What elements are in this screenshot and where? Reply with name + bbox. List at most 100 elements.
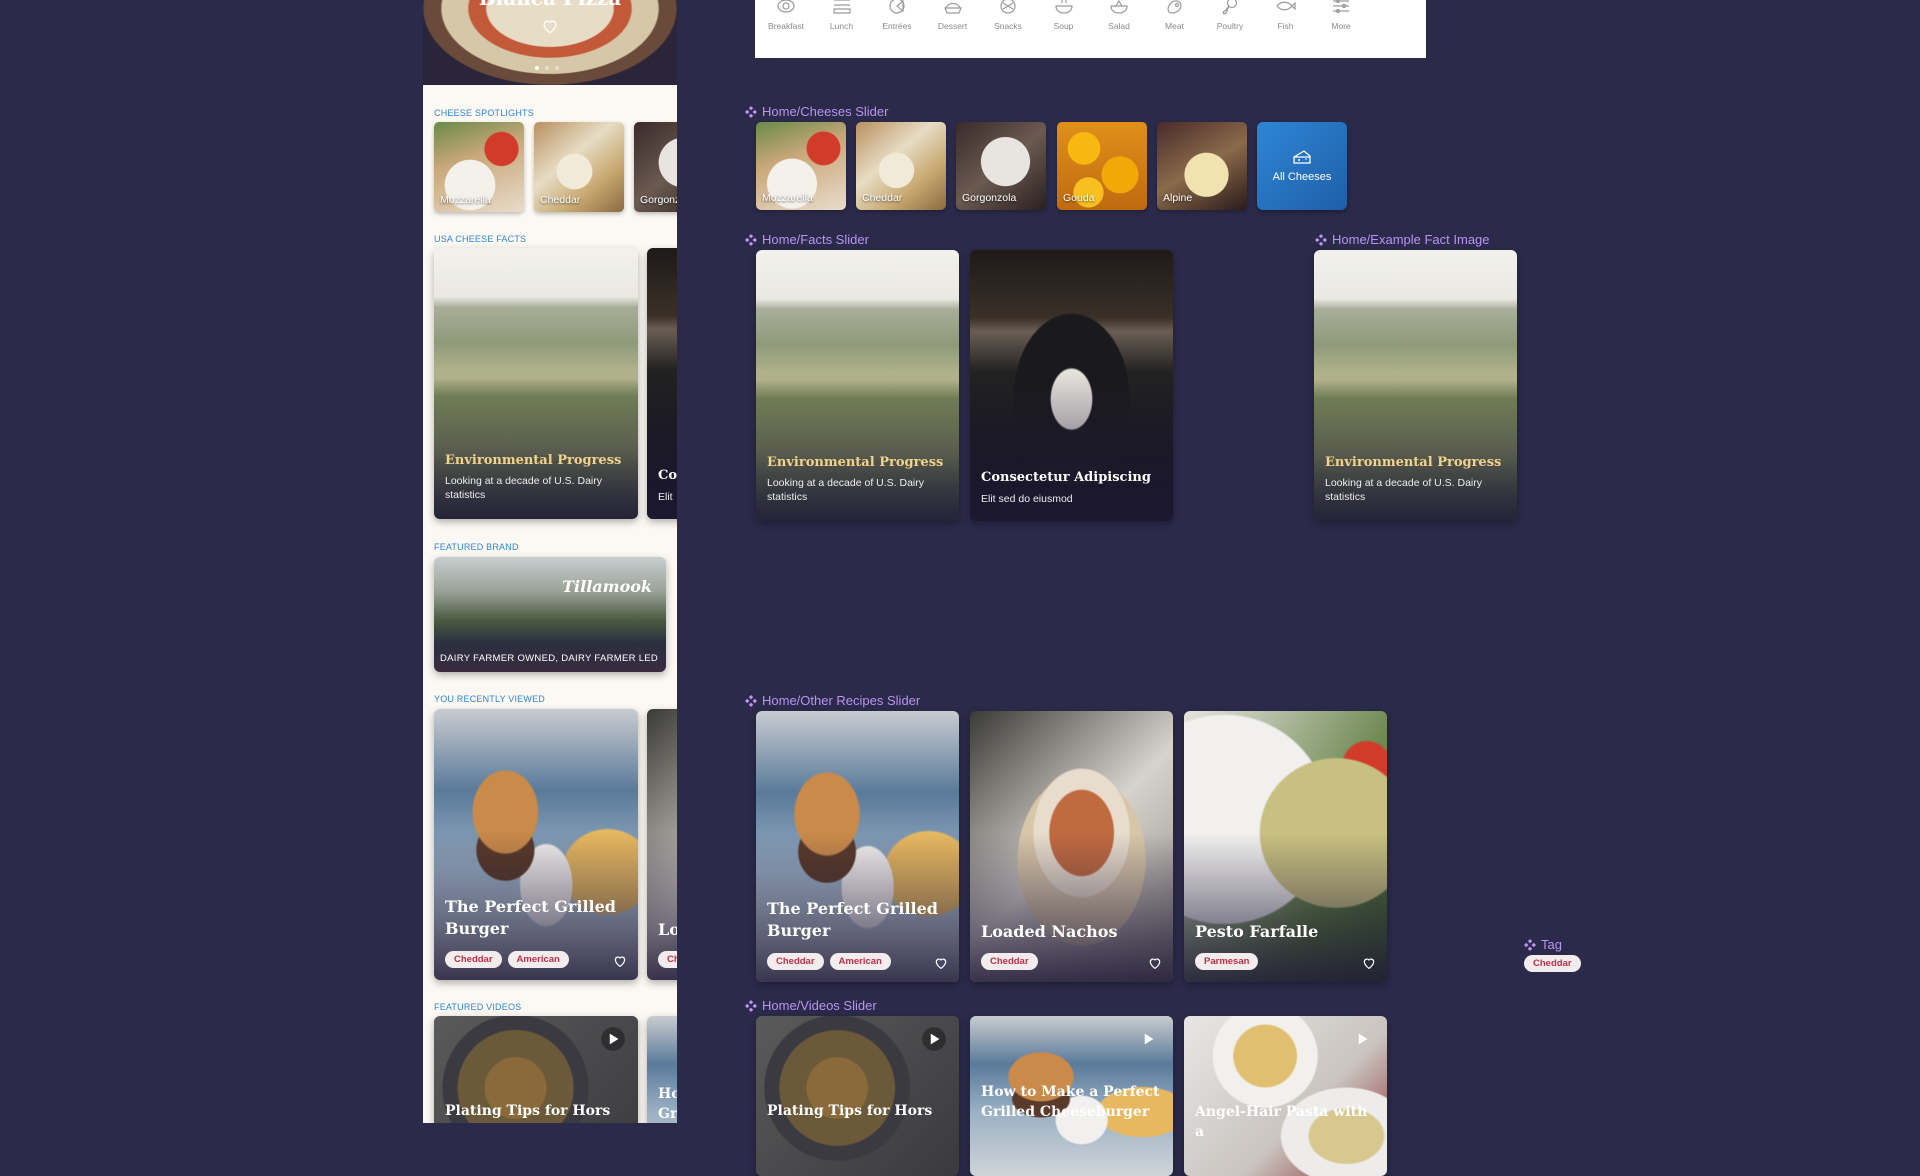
video-card[interactable]: Plating Tips for Hors	[434, 1016, 638, 1123]
fact-card[interactable]: Environmental Progress Looking at a deca…	[756, 250, 959, 521]
cheese-thumb-cheddar[interactable]: Cheddar	[534, 122, 624, 212]
play-icon[interactable]	[921, 1026, 947, 1052]
fact-card[interactable]: Co Elit	[647, 248, 677, 519]
video-card[interactable]: Plating Tips for Hors	[756, 1016, 959, 1176]
heart-icon[interactable]	[612, 953, 628, 969]
frame-label-facts-slider[interactable]: Home/Facts Slider	[745, 232, 869, 247]
category-dessert[interactable]: Dessert	[928, 0, 978, 31]
category-snacks[interactable]: Snacks	[983, 0, 1033, 31]
tag-list: Cheddar American	[767, 953, 891, 970]
section-label-featured-brand: FEATURED BRAND	[434, 542, 519, 552]
meat-icon	[1167, 0, 1181, 14]
tag[interactable]: Parmesan	[1195, 953, 1259, 970]
cheese-thumb-gouda[interactable]: Gouda	[1057, 122, 1147, 210]
hero-title: Bianca Pizza	[423, 0, 677, 10]
video-title: Plating Tips for Hors	[767, 1103, 933, 1119]
heart-icon[interactable]	[540, 16, 560, 36]
recipe-card[interactable]: The Perfect Grilled Burger Cheddar Ameri…	[756, 711, 959, 982]
carousel-dot[interactable]	[555, 66, 559, 70]
cheese-label: Mozzarella	[440, 194, 491, 206]
section-label-usa-cheese-facts: USA CHEESE FACTS	[434, 234, 527, 244]
video-card[interactable]: Ho Gr	[647, 1016, 677, 1123]
category-label: Dessert	[937, 21, 968, 31]
frame-label-example-fact-image[interactable]: Home/Example Fact Image	[1315, 232, 1490, 247]
category-meat[interactable]: Meat	[1150, 0, 1200, 31]
heart-icon[interactable]	[933, 955, 949, 971]
video-card[interactable]: Angel-Hair Pasta with a	[1184, 1016, 1387, 1176]
more-icon	[1333, 0, 1349, 14]
category-label: Snacks	[994, 21, 1022, 31]
category-poultry[interactable]: Poultry	[1205, 0, 1255, 31]
hero-carousel[interactable]: Bianca Pizza	[423, 0, 677, 85]
category-lunch[interactable]: Lunch	[817, 0, 867, 31]
tag-list: Cheddar	[981, 953, 1038, 970]
cheese-thumb-gorgonzola[interactable]: Gorgonzola	[634, 122, 677, 212]
cheese-thumb-cheddar[interactable]: Cheddar	[856, 122, 946, 210]
category-more[interactable]: More	[1316, 0, 1366, 31]
component-icon	[1315, 233, 1327, 246]
frame-label-text: Home/Videos Slider	[762, 998, 877, 1013]
cheese-thumb-gorgonzola[interactable]: Gorgonzola	[956, 122, 1046, 210]
tag[interactable]: American	[507, 951, 569, 968]
tag[interactable]: American	[829, 953, 891, 970]
tag[interactable]: Cheddar	[981, 953, 1038, 970]
cheese-thumb-alpine[interactable]: Alpine	[1157, 122, 1247, 210]
category-label: Fish	[1277, 21, 1294, 31]
frame-label-other-recipes-slider[interactable]: Home/Other Recipes Slider	[745, 693, 920, 708]
recipe-card[interactable]: Pesto Farfalle Parmesan	[1184, 711, 1387, 982]
heart-icon[interactable]	[1361, 955, 1377, 971]
lunch-icon	[832, 0, 851, 14]
category-label: Entrées	[882, 21, 912, 31]
category-label: Soup	[1053, 21, 1074, 31]
category-breakfast[interactable]: Breakfast	[761, 0, 811, 31]
fact-card[interactable]: Environmental Progress Looking at a deca…	[434, 248, 638, 519]
frame-label-text: Home/Example Fact Image	[1332, 232, 1490, 247]
fact-card[interactable]: Consectetur Adipiscing Elit sed do eiusm…	[970, 250, 1173, 521]
category-label: Poultry	[1216, 21, 1244, 31]
all-cheeses-label: All Cheeses	[1272, 171, 1332, 183]
section-label-featured-videos: FEATURED VIDEOS	[434, 1002, 522, 1012]
category-salad[interactable]: Salad	[1094, 0, 1144, 31]
video-card[interactable]: How to Make a Perfect Grilled Cheeseburg…	[970, 1016, 1173, 1176]
fact-title: Environmental Progress	[767, 455, 944, 470]
all-cheeses-button[interactable]: All Cheeses	[1257, 122, 1347, 210]
video-title: Angel-Hair Pasta with a	[1195, 1104, 1368, 1140]
tag-list: Cheddar American	[445, 951, 569, 968]
section-label-recently-viewed: YOU RECENTLY VIEWED	[434, 694, 545, 704]
carousel-dots[interactable]	[535, 66, 559, 70]
heart-icon[interactable]	[1147, 955, 1163, 971]
carousel-dot[interactable]	[545, 66, 549, 70]
category-fish[interactable]: Fish	[1261, 0, 1311, 31]
category-soup[interactable]: Soup	[1039, 0, 1089, 31]
recipe-card[interactable]: Lo Ch	[647, 709, 677, 980]
salad-icon	[1110, 0, 1128, 14]
play-icon[interactable]	[600, 1026, 626, 1052]
video-title: Ho Gr	[658, 1086, 677, 1122]
section-label-cheese-spotlights: CHEESE SPOTLIGHTS	[434, 108, 534, 118]
video-title: How to Make a Perfect Grilled Cheeseburg…	[981, 1084, 1160, 1120]
tag[interactable]: Cheddar	[767, 953, 824, 970]
cheese-label: Mozzarella	[762, 192, 813, 204]
category-entres[interactable]: Entrées	[872, 0, 922, 31]
cheese-label: Cheddar	[862, 192, 903, 204]
tag[interactable]: Cheddar	[445, 951, 502, 968]
frame-label-cheeses-slider[interactable]: Home/Cheeses Slider	[745, 104, 888, 119]
category-label: More	[1331, 21, 1351, 31]
category-label: Breakfast	[768, 21, 804, 31]
frame-label-videos-slider[interactable]: Home/Videos Slider	[745, 998, 877, 1013]
recipe-card[interactable]: The Perfect Grilled Burger Cheddar Ameri…	[434, 709, 638, 980]
recipe-card[interactable]: Loaded Nachos Cheddar	[970, 711, 1173, 982]
cheese-thumb-mozzarella[interactable]: Mozzarella	[756, 122, 846, 210]
cheese-icon	[1293, 150, 1311, 164]
frame-label-tag[interactable]: Tag	[1524, 937, 1562, 952]
cheese-thumb-mozzarella[interactable]: Mozzarella	[434, 122, 524, 212]
tag-component[interactable]: Cheddar	[1524, 955, 1581, 972]
play-icon[interactable]	[1349, 1026, 1375, 1052]
poultry-icon	[1222, 0, 1238, 15]
dessert-icon	[943, 2, 962, 14]
carousel-dot-active[interactable]	[535, 66, 539, 70]
fact-card[interactable]: Environmental Progress Looking at a deca…	[1314, 250, 1517, 521]
featured-brand-banner[interactable]: Tillamook DAIRY FARMER OWNED, DAIRY FARM…	[434, 557, 666, 672]
tag[interactable]: Ch	[658, 951, 677, 968]
play-icon[interactable]	[1135, 1026, 1161, 1052]
